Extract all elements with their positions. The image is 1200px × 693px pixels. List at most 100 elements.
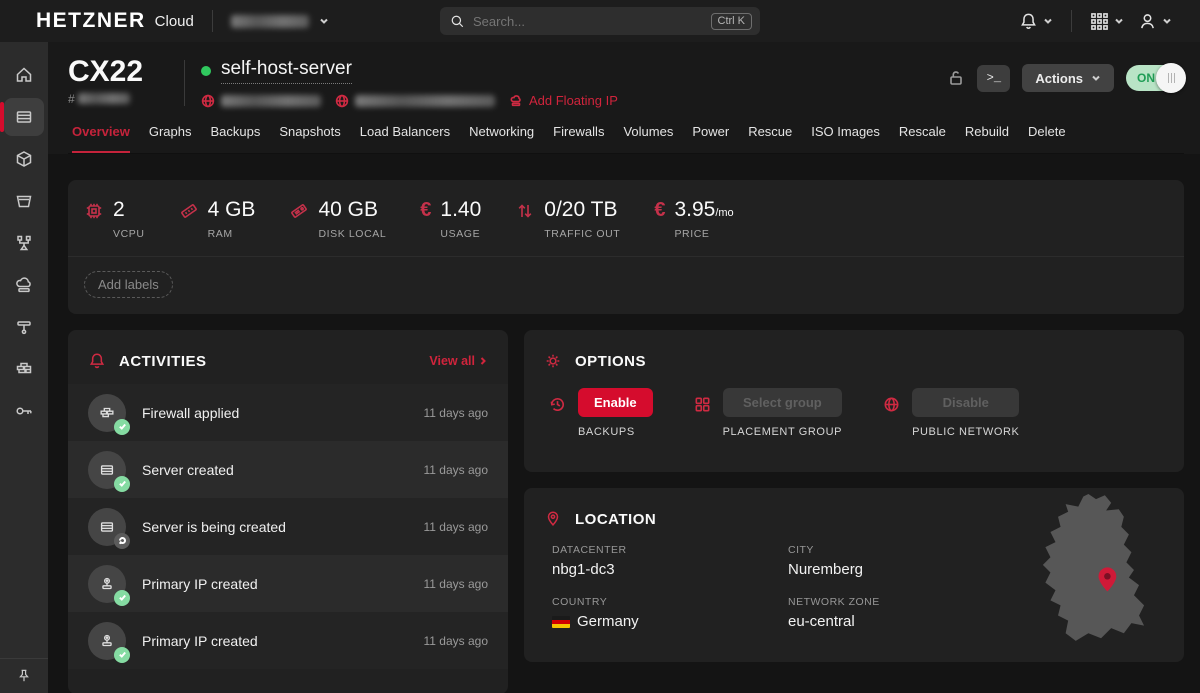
sidebar (0, 42, 48, 693)
sidebar-item-networks[interactable] (4, 308, 44, 346)
tab-power[interactable]: Power (692, 124, 729, 153)
sidebar-item-load-balancers[interactable] (4, 224, 44, 262)
notifications-menu[interactable] (1019, 12, 1053, 31)
location-title: LOCATION (575, 511, 656, 528)
server-status-dot (201, 66, 211, 76)
stat-label: TRAFFIC OUT (544, 228, 620, 240)
tab-iso-images[interactable]: ISO Images (811, 124, 880, 153)
header-divider (184, 60, 185, 106)
globe-icon (882, 395, 901, 414)
search-bar[interactable]: Ctrl K (440, 7, 760, 35)
activity-time: 11 days ago (424, 520, 489, 534)
activity-row: Server is being created 11 days ago (68, 498, 508, 555)
view-all-link[interactable]: View all (429, 354, 488, 368)
power-toggle-knob (1156, 63, 1186, 93)
activity-row: Primary IP created 11 days ago (68, 612, 508, 669)
chevron-right-icon (478, 356, 488, 366)
chevron-down-icon (1091, 73, 1101, 83)
add-floating-ip-label: Add Floating IP (529, 93, 618, 108)
server-type: CX22 (68, 56, 178, 88)
power-toggle[interactable]: ON (1126, 65, 1184, 91)
price-value: 3.95 (674, 198, 715, 221)
tab-overview[interactable]: Overview (72, 124, 130, 153)
activities-list: Firewall applied 11 days ago Server crea… (68, 384, 508, 669)
activity-time: 11 days ago (424, 463, 489, 477)
primary-ip-icon (88, 622, 126, 660)
tab-rescale[interactable]: Rescale (899, 124, 946, 153)
activity-text: Primary IP created (142, 576, 258, 592)
activity-text: Firewall applied (142, 405, 239, 421)
server-icon (88, 451, 126, 489)
server-header: CX22 # self-host-server (48, 42, 1200, 154)
floating-ip-icon (509, 94, 523, 108)
bell-icon (88, 352, 106, 370)
activity-row: Primary IP created 11 days ago (68, 555, 508, 612)
activities-panel: ACTIVITIES View all Firewall app (68, 330, 508, 693)
tab-firewalls[interactable]: Firewalls (553, 124, 604, 153)
sidebar-item-floating-ips[interactable] (4, 266, 44, 304)
ram-icon (179, 201, 199, 221)
server-tabs: Overview Graphs Backups Snapshots Load B… (68, 108, 1184, 154)
sidebar-item-firewalls[interactable] (4, 350, 44, 388)
chevron-down-icon (1043, 16, 1053, 26)
server-name[interactable]: self-host-server (221, 58, 352, 84)
user-menu[interactable] (1138, 12, 1172, 31)
euro-icon: € (654, 198, 665, 222)
gear-icon (544, 352, 562, 370)
apps-grid-icon (1090, 12, 1109, 31)
tab-networking[interactable]: Networking (469, 124, 534, 153)
hetzner-logo: HETZNER (36, 9, 146, 33)
add-labels-button[interactable]: Add labels (84, 271, 173, 298)
tab-snapshots[interactable]: Snapshots (279, 124, 340, 153)
tab-backups[interactable]: Backups (210, 124, 260, 153)
chevron-down-icon (1114, 16, 1124, 26)
topbar-actions (1019, 10, 1172, 32)
sidebar-item-servers[interactable] (4, 98, 44, 136)
ipv4-address (201, 94, 321, 108)
project-selector[interactable] (231, 15, 329, 28)
stat-label: USAGE (440, 228, 481, 240)
field-value: Germany (577, 613, 639, 630)
firewall-icon (14, 359, 34, 379)
topbar: HETZNER Cloud Ctrl K (0, 0, 1200, 42)
stat-vcpu: 2 VCPU (84, 198, 145, 240)
option-placement-group: Select group PLACEMENT GROUP (693, 388, 842, 438)
unlock-icon[interactable] (947, 69, 965, 87)
sidebar-item-security[interactable] (4, 392, 44, 430)
tab-graphs[interactable]: Graphs (149, 124, 192, 153)
activity-text: Primary IP created (142, 633, 258, 649)
sidebar-item-home[interactable] (4, 56, 44, 94)
history-icon (548, 395, 567, 414)
euro-icon: € (420, 198, 431, 222)
add-floating-ip-link[interactable]: Add Floating IP (509, 93, 618, 108)
options-title: OPTIONS (575, 353, 646, 370)
location-field-country: COUNTRY Germany (552, 596, 788, 630)
search-input[interactable] (473, 14, 711, 29)
success-badge-icon (114, 590, 130, 606)
stat-price: € 3.95/mo PRICE (654, 198, 733, 240)
console-button[interactable]: >_ (977, 65, 1010, 92)
traffic-arrows-icon (515, 201, 535, 221)
tab-delete[interactable]: Delete (1028, 124, 1066, 153)
option-backups: Enable BACKUPS (548, 388, 653, 438)
tab-rescue[interactable]: Rescue (748, 124, 792, 153)
sidebar-pin-section[interactable] (0, 658, 48, 693)
germany-flag-icon (552, 616, 570, 628)
server-icon (88, 508, 126, 546)
sidebar-item-images[interactable] (4, 140, 44, 178)
stat-usage: € 1.40 USAGE (420, 198, 481, 240)
apps-menu[interactable] (1090, 12, 1124, 31)
server-controls: >_ Actions ON (947, 56, 1184, 92)
activity-time: 11 days ago (424, 577, 489, 591)
select-group-button: Select group (723, 388, 842, 417)
actions-button[interactable]: Actions (1022, 64, 1114, 92)
server-stats-panel: 2 VCPU 4 GB RAM 40 GB DISK LOCAL (68, 180, 1184, 314)
tab-rebuild[interactable]: Rebuild (965, 124, 1009, 153)
project-name-redacted (231, 15, 309, 28)
tab-load-balancers[interactable]: Load Balancers (360, 124, 450, 153)
stat-label: VCPU (113, 228, 145, 240)
tab-volumes[interactable]: Volumes (623, 124, 673, 153)
sidebar-item-storage[interactable] (4, 182, 44, 220)
enable-backups-button[interactable]: Enable (578, 388, 653, 417)
location-details: DATACENTER nbg1-dc3 CITY Nuremberg COUNT… (524, 542, 1084, 630)
